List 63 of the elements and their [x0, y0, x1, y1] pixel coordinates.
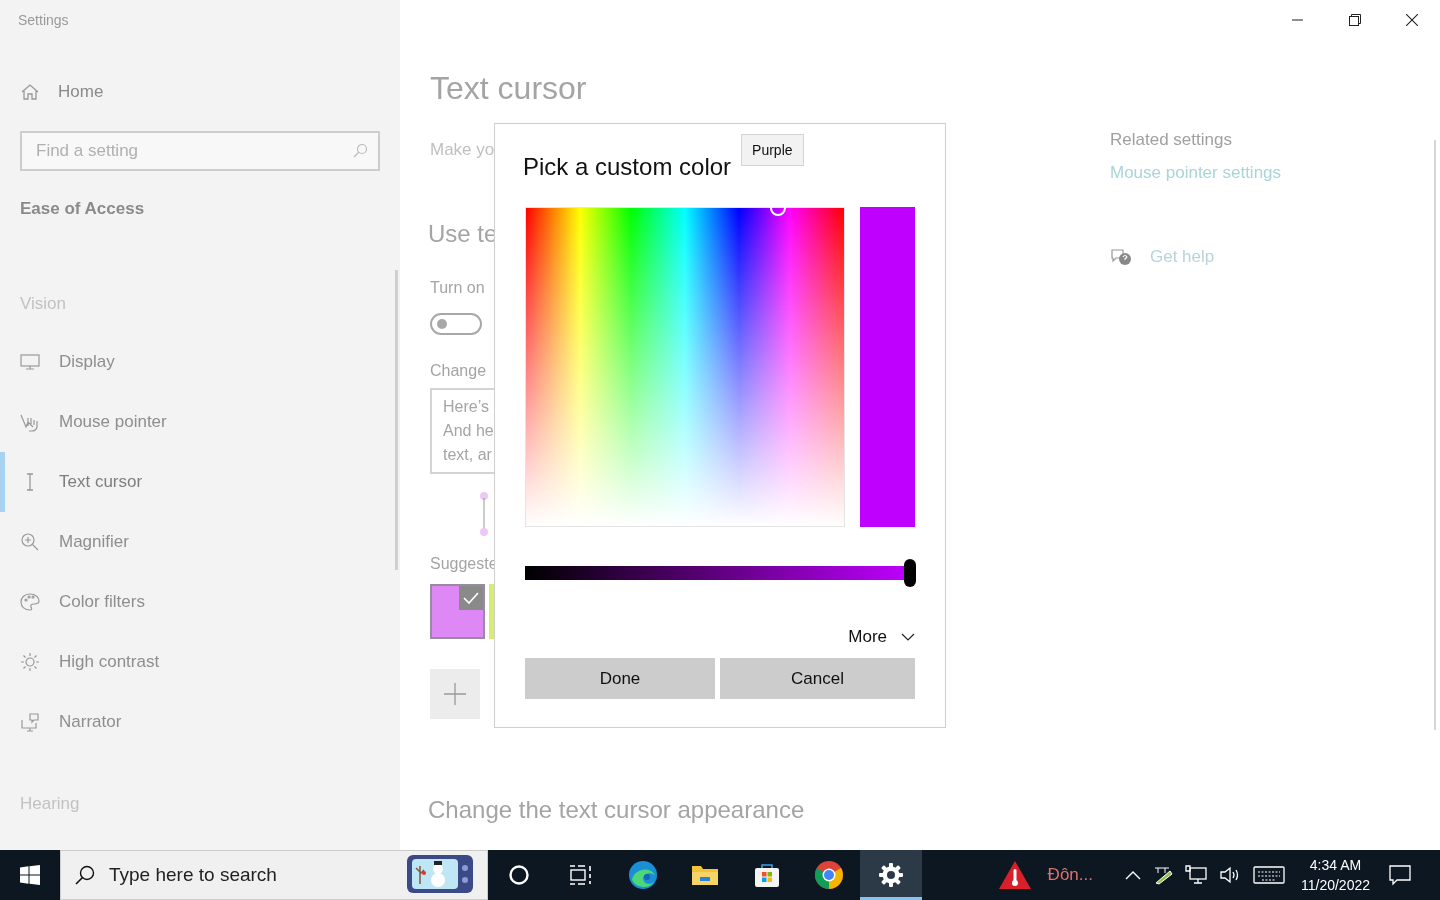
palette-icon	[20, 592, 40, 612]
slider-thumb[interactable]	[904, 559, 916, 587]
thermometer-alert-icon[interactable]	[997, 860, 1032, 890]
clock[interactable]: 4:34 AM 11/20/2022	[1300, 855, 1370, 895]
volume-icon[interactable]	[1218, 865, 1241, 885]
settings-app-icon[interactable]	[860, 850, 922, 900]
narrator-icon	[20, 712, 40, 732]
check-icon	[459, 586, 483, 610]
text-cursor-drawing	[478, 492, 490, 536]
pen-tray-icon[interactable]	[1152, 865, 1173, 885]
section-heading: Change the text cursor appearance	[428, 796, 805, 823]
section-label: Suggeste	[430, 554, 498, 574]
notification-icon[interactable]	[1388, 864, 1412, 886]
cancel-button[interactable]: Cancel	[720, 658, 915, 699]
window-title: Settings	[18, 12, 69, 28]
add-color-button[interactable]	[430, 669, 480, 719]
network-icon[interactable]	[1184, 865, 1207, 885]
color-swatch[interactable]	[430, 584, 485, 639]
related-link[interactable]: Mouse pointer settings	[1110, 163, 1282, 183]
plus-icon	[444, 683, 466, 705]
clock-time: 4:34 AM	[1309, 856, 1362, 875]
windows-logo-icon	[20, 865, 40, 885]
keyboard-icon[interactable]	[1252, 865, 1285, 885]
related-heading: Related settings	[1110, 130, 1232, 150]
nav-item[interactable]: Display	[0, 332, 121, 392]
nav-item[interactable]: Mouse pointer	[0, 392, 173, 452]
scrollbar[interactable]	[1434, 140, 1436, 730]
search-icon	[352, 143, 368, 159]
close-icon	[1405, 14, 1418, 26]
toggle-switch[interactable]	[430, 313, 482, 335]
scrollbar[interactable]	[395, 270, 398, 570]
restore-icon	[1348, 14, 1361, 26]
help-link[interactable]: Get help	[1150, 247, 1215, 267]
tv-snowman-icon[interactable]	[406, 854, 474, 896]
magnifier-icon	[20, 532, 40, 552]
weather-text[interactable]: Đôn...	[1047, 865, 1093, 885]
nav-item[interactable]: Narrator	[0, 692, 128, 752]
monitor-icon	[20, 352, 40, 372]
clock-date: 11/20/2022	[1300, 876, 1370, 895]
section-heading: Ease of Access	[20, 200, 145, 218]
nav-item[interactable]: Color filters	[0, 572, 151, 632]
preview-text-line: Here’s	[443, 397, 490, 417]
dialog-title: Pick a custom color	[523, 153, 732, 181]
more-button[interactable]: More	[848, 627, 915, 647]
hand-icon	[20, 412, 40, 432]
value-slider[interactable]	[525, 559, 916, 587]
search-field[interactable]: Find a setting	[20, 131, 380, 171]
nav-item[interactable]: High contrast	[0, 632, 166, 692]
toggle-label: Turn on	[430, 278, 485, 298]
done-button[interactable]: Done	[525, 658, 715, 699]
page-title: Text cursor	[430, 70, 587, 106]
tooltip: Purple	[741, 134, 804, 166]
home-icon	[20, 82, 40, 102]
chat-help-icon	[1110, 247, 1132, 267]
field-label: Change	[430, 361, 487, 381]
preview-text-line: text, ar	[443, 445, 493, 465]
home-link[interactable]: Home	[20, 82, 104, 102]
preview-text-line: And he	[443, 421, 494, 441]
sun-icon	[20, 652, 40, 672]
chevron-down-icon	[901, 633, 915, 641]
chevron-up-icon[interactable]	[1124, 870, 1141, 880]
intro-text: Make yo	[430, 140, 495, 160]
nav-item[interactable]: Magnifier	[0, 512, 135, 572]
